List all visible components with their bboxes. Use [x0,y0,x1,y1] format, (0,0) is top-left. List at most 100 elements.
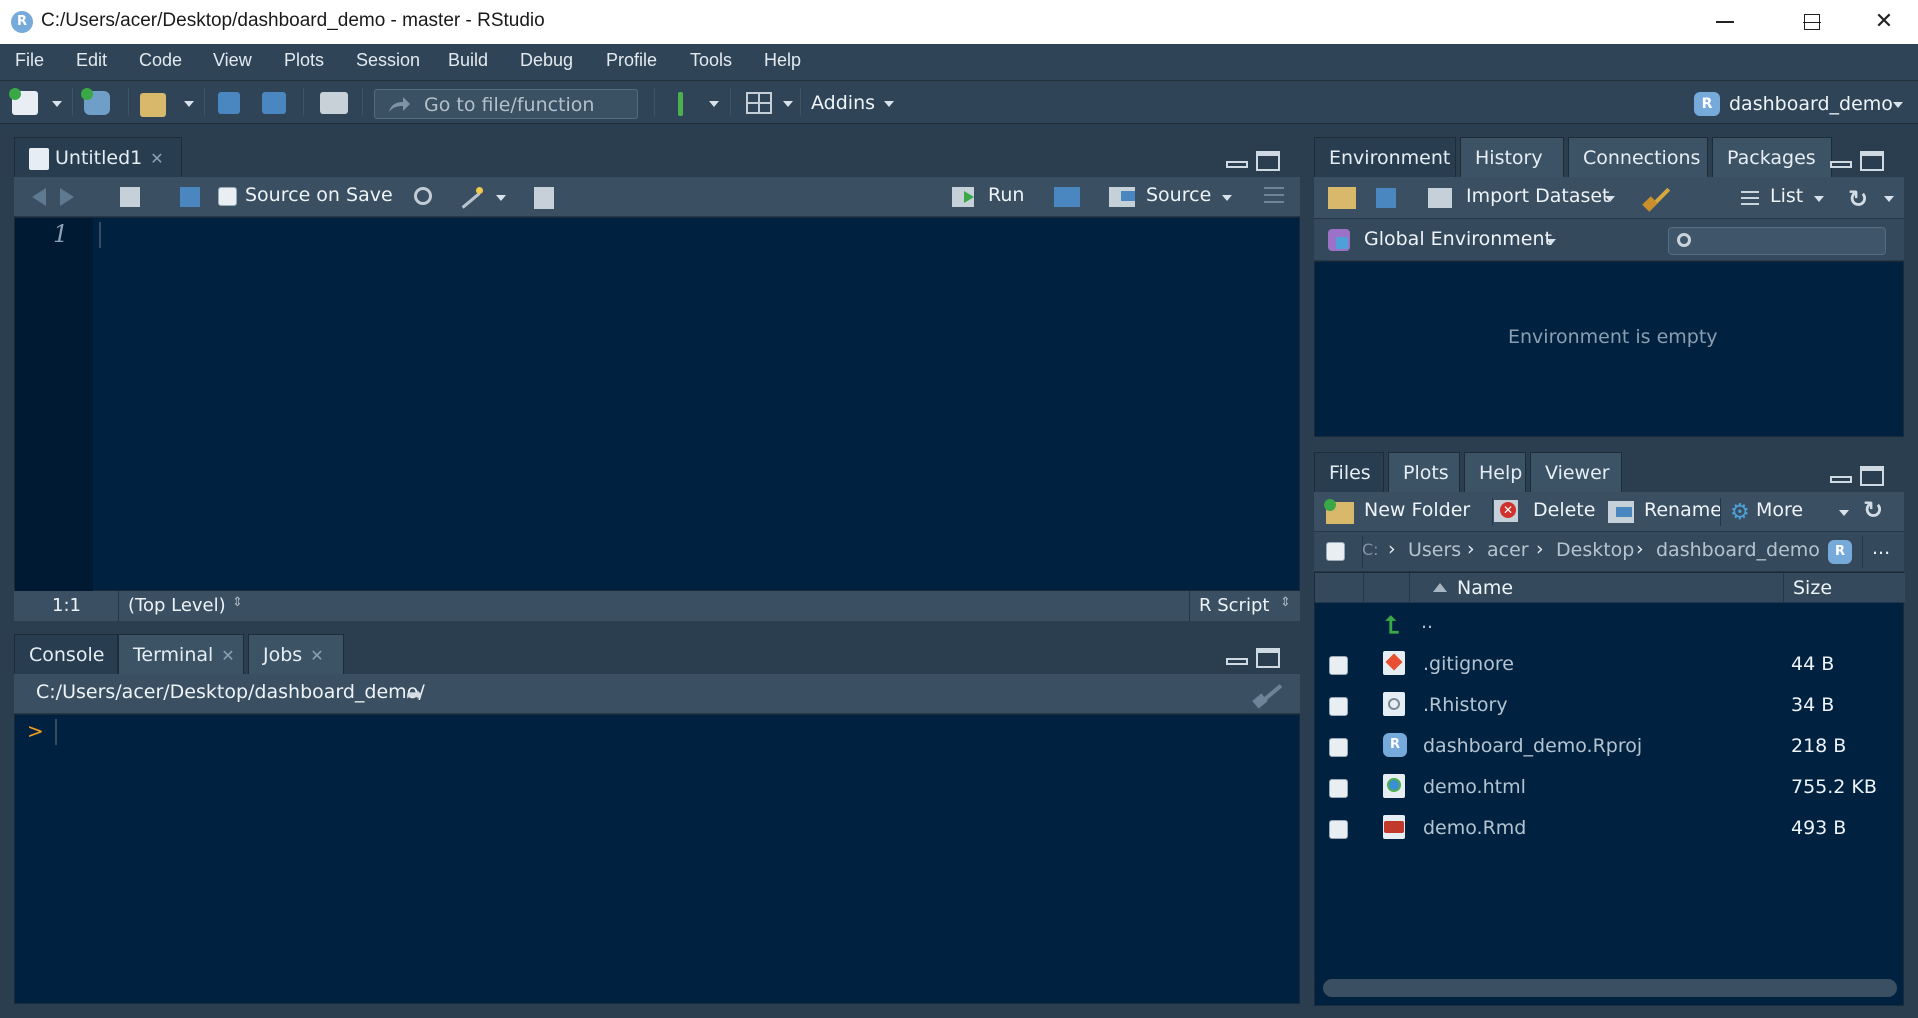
editor-minmax[interactable] [1226,151,1282,173]
project-menu-button[interactable]: dashboard_demo [1729,93,1893,115]
maximize-files-icon[interactable] [1860,466,1884,486]
environment-minmax[interactable] [1830,151,1886,173]
git-icon[interactable] [673,92,689,116]
menu-help[interactable]: Help [764,50,801,71]
menu-build[interactable]: Build [448,50,488,71]
new-folder-icon[interactable] [1324,499,1354,524]
code-tools-icon[interactable] [460,185,486,209]
load-workspace-icon[interactable] [1328,187,1356,209]
files-minmax[interactable] [1830,466,1886,488]
minimize-icon[interactable] [1716,21,1734,23]
tab-jobs[interactable]: Jobs ✕ [248,634,344,674]
column-name-header[interactable]: Name [1457,577,1513,599]
maximize-button[interactable] [1778,0,1846,44]
pane-layout-caret-icon[interactable] [783,101,793,107]
more-caret-icon[interactable] [1839,510,1849,516]
minimize-pane-icon[interactable] [1226,161,1248,168]
list-item[interactable]: .Rhistory 34 B [1315,686,1905,727]
environment-search-input[interactable] [1668,227,1886,255]
addins-caret-icon[interactable] [884,101,894,107]
tab-history[interactable]: History [1460,137,1564,177]
parent-dir-link[interactable]: .. [1421,611,1433,633]
menu-view[interactable]: View [213,50,252,71]
more-button[interactable]: More [1756,499,1803,521]
tab-environment[interactable]: Environment [1314,137,1456,177]
list-item[interactable]: R dashboard_demo.Rproj 218 B [1315,727,1905,768]
minimize-console-icon[interactable] [1226,658,1248,665]
refresh-files-icon[interactable]: ↻ [1863,496,1883,524]
console-area[interactable]: > [14,714,1300,1004]
file-name[interactable]: demo.Rmd [1423,817,1526,839]
breadcrumb-desktop[interactable]: Desktop [1556,539,1634,561]
rename-button[interactable]: Rename [1644,499,1722,521]
environment-scope-selector[interactable]: Global Environment [1364,228,1552,250]
tab-help[interactable]: Help [1464,452,1526,492]
new-file-caret-icon[interactable] [52,101,62,107]
rerun-icon[interactable] [1054,187,1080,207]
go-to-directory-icon[interactable]: ➦ [406,682,423,706]
breadcrumb-users[interactable]: Users [1408,539,1461,561]
file-name[interactable]: .Rhistory [1423,694,1508,716]
menu-edit[interactable]: Edit [76,50,107,71]
clear-console-icon[interactable] [1252,680,1284,709]
open-file-icon[interactable] [140,93,166,117]
tab-connections[interactable]: Connections [1568,137,1708,177]
tab-viewer[interactable]: Viewer [1530,452,1622,492]
tab-console[interactable]: Console [14,634,118,674]
import-dataset-icon[interactable] [1428,188,1452,208]
refresh-env-icon[interactable]: ↻ [1848,185,1868,213]
new-project-icon[interactable] [81,88,110,115]
menu-plots[interactable]: Plots [284,50,324,71]
open-file-caret-icon[interactable] [184,101,194,107]
run-button[interactable]: Run [988,184,1024,206]
file-checkbox[interactable] [1329,779,1348,798]
close-button[interactable]: ✕ [1850,0,1918,44]
find-icon[interactable] [414,187,432,205]
up-arrow-icon[interactable]: ⮤ [1385,611,1399,639]
rename-icon[interactable] [1608,501,1634,523]
list-item[interactable]: demo.Rmd 493 B [1315,809,1905,850]
save-script-icon[interactable] [180,187,200,207]
view-mode-caret-icon[interactable] [1814,196,1824,202]
save-icon[interactable] [218,92,240,114]
maximize-console-icon[interactable] [1256,648,1280,668]
tab-packages[interactable]: Packages [1712,137,1832,177]
file-name[interactable]: .gitignore [1423,653,1514,675]
save-workspace-icon[interactable] [1376,188,1396,208]
run-icon[interactable] [952,187,974,207]
file-type-updown-icon[interactable]: ⇕ [1280,595,1291,610]
file-name[interactable]: demo.html [1423,776,1526,798]
tab-terminal[interactable]: Terminal ✕ [118,634,244,674]
new-folder-button[interactable]: New Folder [1364,499,1470,521]
file-checkbox[interactable] [1329,738,1348,757]
maximize-pane-icon[interactable] [1256,151,1280,171]
list-view-icon[interactable] [1741,191,1759,205]
file-checkbox[interactable] [1329,820,1348,839]
show-in-window-icon[interactable] [120,187,140,207]
environment-scope-caret-icon[interactable] [1546,239,1556,245]
column-size-header[interactable]: Size [1793,577,1832,599]
menu-profile[interactable]: Profile [606,50,657,71]
more-gear-icon[interactable]: ⚙ [1730,500,1750,525]
save-all-icon[interactable] [262,92,286,114]
minimize-files-icon[interactable] [1830,476,1852,483]
scope-selector[interactable]: (Top Level) [128,595,226,616]
tab-files[interactable]: Files [1314,452,1384,492]
source-caret-icon[interactable] [1222,195,1232,201]
close-tab-icon[interactable]: ✕ [150,149,163,168]
minimize-env-icon[interactable] [1830,161,1852,168]
import-dataset-caret-icon[interactable] [1605,196,1615,202]
source-on-save-checkbox[interactable] [218,187,237,206]
browse-ellipsis-button[interactable]: ... [1872,537,1890,559]
back-icon[interactable] [32,188,46,206]
project-icon[interactable]: R [1694,92,1720,116]
list-item-parent-dir[interactable]: ⮤ .. [1315,605,1905,645]
refresh-caret-icon[interactable] [1884,196,1894,202]
git-caret-icon[interactable] [709,101,719,107]
view-mode-button[interactable]: List [1770,185,1803,207]
select-all-checkbox[interactable] [1326,542,1345,561]
file-checkbox[interactable] [1329,656,1348,675]
outline-icon[interactable] [1264,187,1284,203]
menu-code[interactable]: Code [139,50,182,71]
code-tools-caret-icon[interactable] [496,195,506,201]
